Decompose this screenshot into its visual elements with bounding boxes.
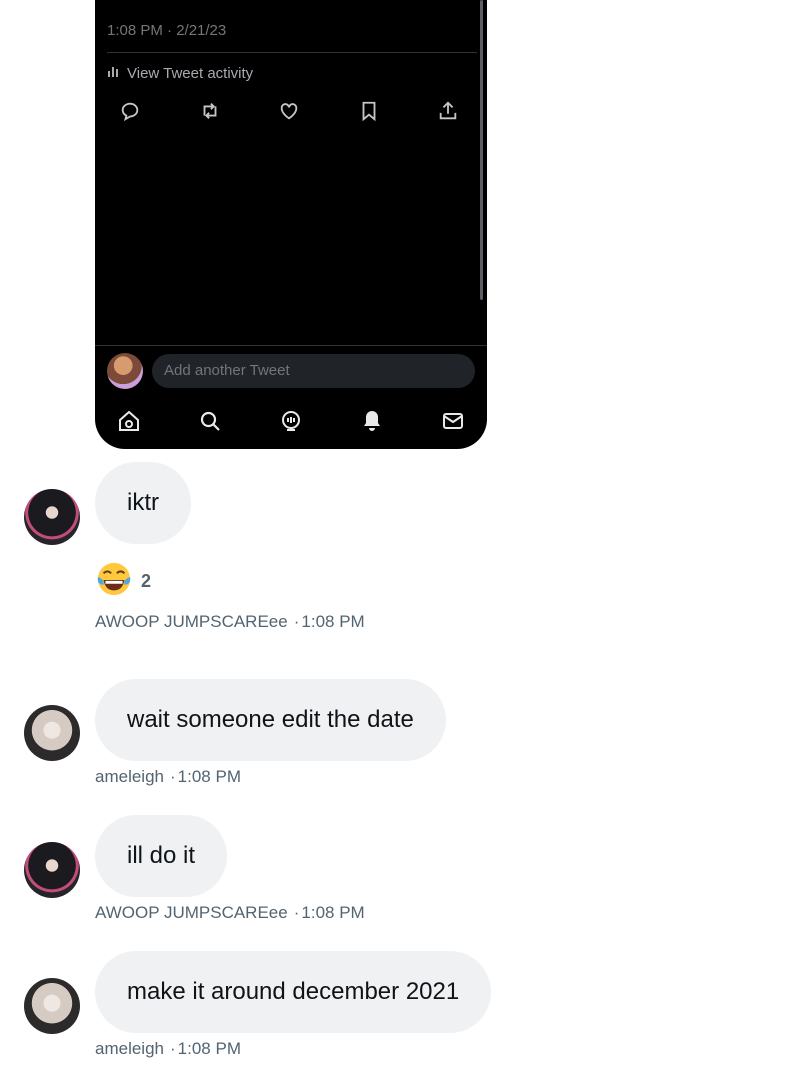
message-time: 1:08 PM [301,612,365,631]
author-name: AWOOP JUMPSCAREee [95,612,288,631]
home-icon[interactable] [117,409,141,433]
avatar-ameleigh[interactable] [24,978,80,1034]
activity-label: View Tweet activity [127,64,254,82]
message-bubble[interactable]: wait someone edit the date [95,679,446,761]
add-tweet-input[interactable]: Add another Tweet [152,354,475,388]
message-time: 1:08 PM [301,903,365,922]
bottom-nav [117,409,465,433]
separator: · [170,1039,176,1058]
message-bubble[interactable]: iktr [95,462,191,544]
message-bubble[interactable]: make it around december 2021 [95,951,492,1033]
view-tweet-activity-link[interactable]: View Tweet activity [107,64,253,82]
separator: · [293,903,300,922]
embedded-tweet-screenshot[interactable]: 1:08 PM · 2/21/23 View Tweet activity Ad… [95,0,487,449]
tears-of-joy-emoji-icon [95,560,133,603]
notifications-icon[interactable] [360,409,384,433]
author-name: ameleigh [95,1039,164,1058]
author-name: AWOOP JUMPSCAREee [95,903,288,922]
search-icon[interactable] [198,409,222,433]
share-icon[interactable] [437,100,459,122]
retweet-icon[interactable] [199,100,221,122]
separator: · [170,767,176,786]
separator: · [293,612,300,631]
message-meta: AWOOP JUMPSCAREee · 1:08 PM [95,612,365,632]
tweet-actions [119,100,459,122]
scrollbar [480,0,483,300]
messages-icon[interactable] [441,409,465,433]
bookmark-icon[interactable] [358,100,380,122]
divider [95,345,487,346]
avatar-ameleigh[interactable] [24,705,80,761]
heart-icon[interactable] [278,100,300,122]
message-bubble[interactable]: ill do it [95,815,228,897]
message-meta: ameleigh · 1:08 PM [95,767,241,787]
message-meta: ameleigh · 1:08 PM [95,1039,241,1059]
analytics-icon [107,64,121,82]
avatar [107,353,143,389]
message-time: 1:08 PM [177,767,241,786]
avatar-awoop-jumpscare[interactable] [24,842,80,898]
avatar-awoop-jumpscare[interactable] [24,489,80,545]
tweet-timestamp: 1:08 PM · 2/21/23 [107,22,227,39]
message-time: 1:08 PM [177,1039,241,1058]
divider [107,52,477,53]
message-meta: AWOOP JUMPSCAREee · 1:08 PM [95,903,365,923]
reply-icon[interactable] [119,100,141,122]
reaction[interactable]: 2 [95,560,151,603]
author-name: ameleigh [95,767,164,786]
spaces-icon[interactable] [279,409,303,433]
reaction-count: 2 [141,571,152,591]
